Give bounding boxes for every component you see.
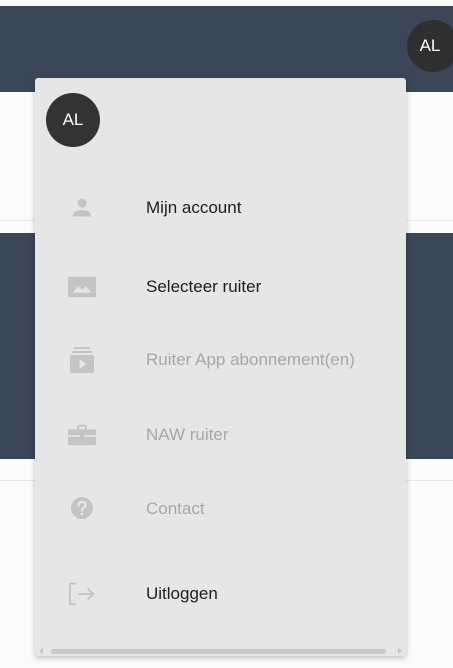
logout-icon [68,580,96,608]
scrollbar-thumb[interactable] [51,649,386,654]
menu-item-label: Mijn account [146,198,242,217]
account-dropdown-menu: AL Mijn account Selecteer ruiter Ruiter … [35,78,406,656]
menu-item-label: Selecteer ruiter [146,277,262,296]
person-icon [68,194,96,222]
menu-item-label: NAW ruiter [146,425,229,444]
menu-item-uitloggen[interactable]: Uitloggen [35,564,406,624]
menu-avatar-initials: AL [62,110,84,129]
menu-item-label: Ruiter App abonnement(en) [146,350,355,369]
briefcase-icon [68,421,96,449]
scroll-left-arrow-icon[interactable] [39,648,43,654]
menu-item-selecteer-ruiter[interactable]: Selecteer ruiter [35,257,406,317]
menu-item-contact[interactable]: Contact [35,479,406,539]
header-avatar-button[interactable]: AL [407,20,453,72]
menu-item-label: Uitloggen [146,584,218,603]
help-icon [68,495,96,523]
horizontal-scrollbar[interactable] [35,646,406,656]
image-icon [68,273,96,301]
menu-item-ruiter-app-abonnementen[interactable]: Ruiter App abonnement(en) [35,330,406,390]
menu-item-mijn-account[interactable]: Mijn account [35,178,406,238]
subscriptions-icon [68,346,96,374]
header-avatar-initials: AL [419,36,441,55]
page-background: AL AL Mijn account Selecteer ruiter Ruit… [0,0,453,668]
menu-item-label: Contact [146,499,205,518]
menu-avatar: AL [46,93,100,147]
scroll-right-arrow-icon[interactable] [398,648,402,654]
menu-item-naw-ruiter[interactable]: NAW ruiter [35,405,406,465]
